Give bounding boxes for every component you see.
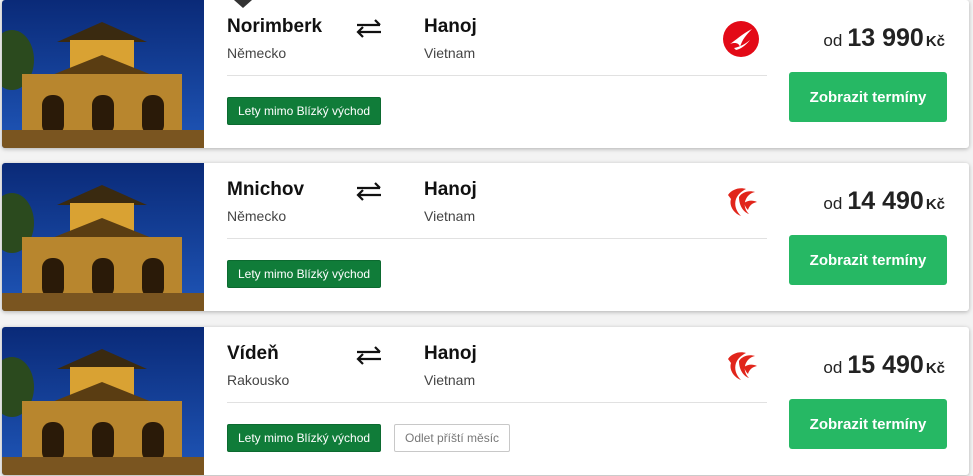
price-currency: Kč: [925, 360, 945, 377]
show-dates-button[interactable]: Zobrazit termíny: [789, 235, 947, 285]
price-amount: 13 990: [847, 24, 924, 52]
price-prefix: od: [823, 194, 843, 213]
origin-country: Rakousko: [227, 372, 290, 388]
tag-no-middle-east: Lety mimo Blízký východ: [227, 97, 382, 125]
show-dates-button[interactable]: Zobrazit termíny: [789, 399, 947, 449]
destination-country: Vietnam: [424, 208, 476, 224]
divider: [227, 75, 767, 76]
tag-no-middle-east: Lety mimo Blízký východ: [227, 260, 382, 288]
round-trip-arrows-icon: [356, 19, 381, 38]
destination-photo[interactable]: [2, 0, 204, 148]
destination-city: Hanoj: [424, 179, 477, 200]
price: od 15 490 Kč: [823, 351, 945, 380]
divider: [227, 238, 767, 239]
price-prefix: od: [823, 31, 843, 50]
destination-city: Hanoj: [424, 343, 477, 364]
destination-city: Hanoj: [424, 16, 477, 37]
price-amount: 15 490: [847, 351, 924, 379]
destination-country: Vietnam: [424, 372, 476, 388]
price-prefix: od: [823, 358, 843, 377]
round-trip-arrows-icon: [356, 182, 381, 201]
air-china-logo-icon: [728, 188, 757, 216]
round-trip-arrows-icon: [356, 346, 381, 365]
active-card-pointer: [234, 0, 252, 8]
price-currency: Kč: [925, 196, 945, 213]
origin-country: Německo: [227, 208, 287, 224]
tag-departure-next-month: Odlet příští měsíc: [394, 424, 511, 452]
price: od 13 990 Kč: [823, 24, 945, 53]
price: od 14 490 Kč: [823, 187, 945, 216]
origin-city: Norimberk: [227, 16, 323, 37]
turkish-airlines-logo-icon: [723, 21, 759, 57]
show-dates-button[interactable]: Zobrazit termíny: [789, 72, 947, 122]
flight-card[interactable]: Mnichov Německo Hanoj Vietnam Lety mimo …: [2, 163, 969, 311]
origin-country: Německo: [227, 45, 287, 61]
price-currency: Kč: [925, 33, 945, 50]
air-china-logo-icon: [728, 352, 757, 380]
price-amount: 14 490: [847, 187, 924, 215]
destination-photo[interactable]: [2, 163, 204, 311]
flight-card[interactable]: Norimberk Německo Hanoj Vietnam Lety mim…: [2, 0, 969, 148]
flight-card[interactable]: Vídeň Rakousko Hanoj Vietnam Lety mimo B…: [2, 327, 969, 475]
tag-no-middle-east: Lety mimo Blízký východ: [227, 424, 382, 452]
destination-photo[interactable]: [2, 327, 204, 475]
divider: [227, 402, 767, 403]
origin-city: Vídeň: [227, 343, 279, 364]
origin-city: Mnichov: [227, 179, 305, 200]
destination-country: Vietnam: [424, 45, 476, 61]
